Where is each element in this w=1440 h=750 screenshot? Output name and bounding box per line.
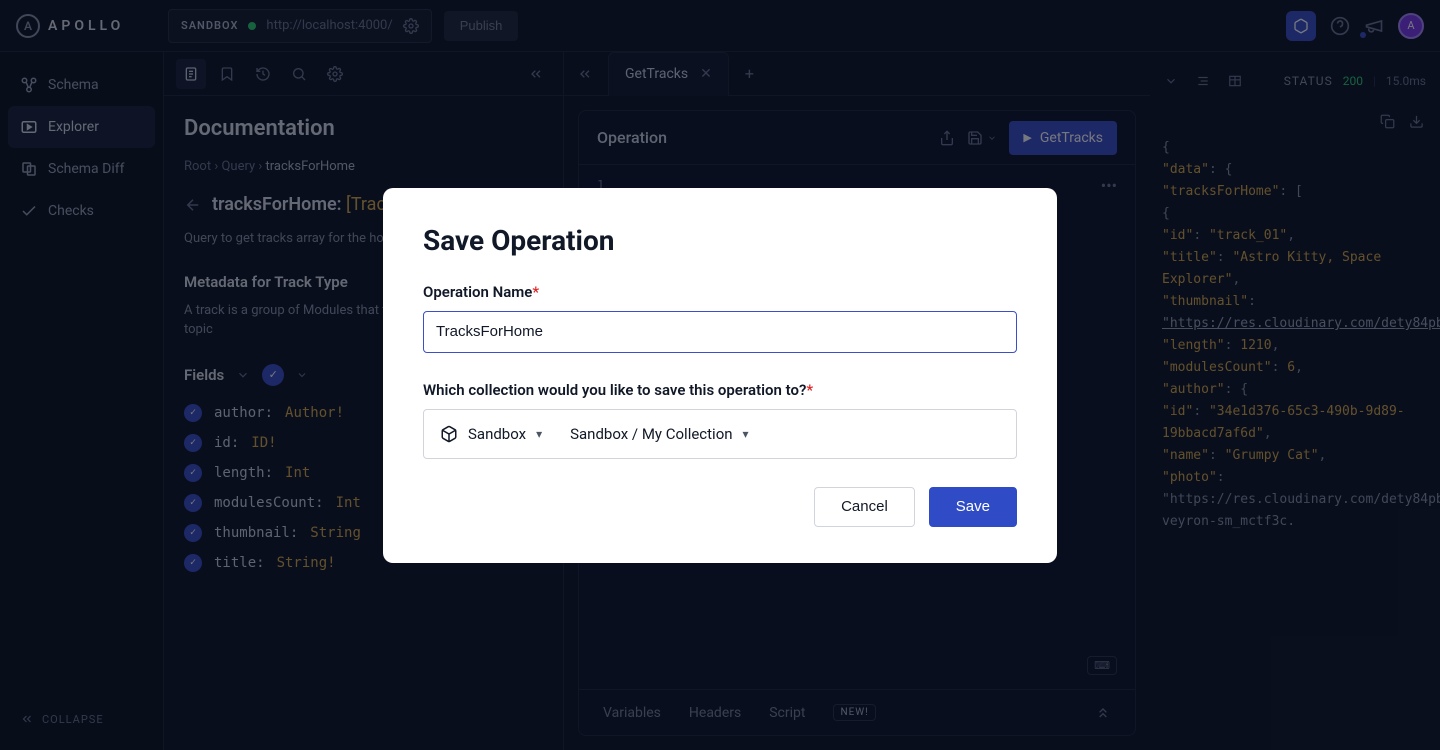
operation-name-label: Operation Name* [423, 283, 1017, 301]
cancel-button[interactable]: Cancel [814, 487, 915, 527]
operation-name-input[interactable] [423, 311, 1017, 353]
graph-name: Sandbox [468, 425, 526, 443]
collection-selector: Sandbox ▾ Sandbox / My Collection ▾ [423, 409, 1017, 459]
modal-overlay: Save Operation Operation Name* Which col… [0, 0, 1440, 750]
modal-title: Save Operation [423, 224, 1017, 257]
graph-select[interactable]: Sandbox ▾ [440, 425, 542, 443]
save-button[interactable]: Save [929, 487, 1017, 527]
chevron-down-icon: ▾ [536, 427, 542, 441]
chevron-down-icon: ▾ [743, 427, 749, 441]
cube-icon [440, 425, 458, 443]
collection-name: Sandbox / My Collection [570, 425, 732, 443]
save-operation-modal: Save Operation Operation Name* Which col… [383, 188, 1057, 563]
collection-select[interactable]: Sandbox / My Collection ▾ [570, 425, 748, 443]
collection-label: Which collection would you like to save … [423, 381, 1017, 399]
